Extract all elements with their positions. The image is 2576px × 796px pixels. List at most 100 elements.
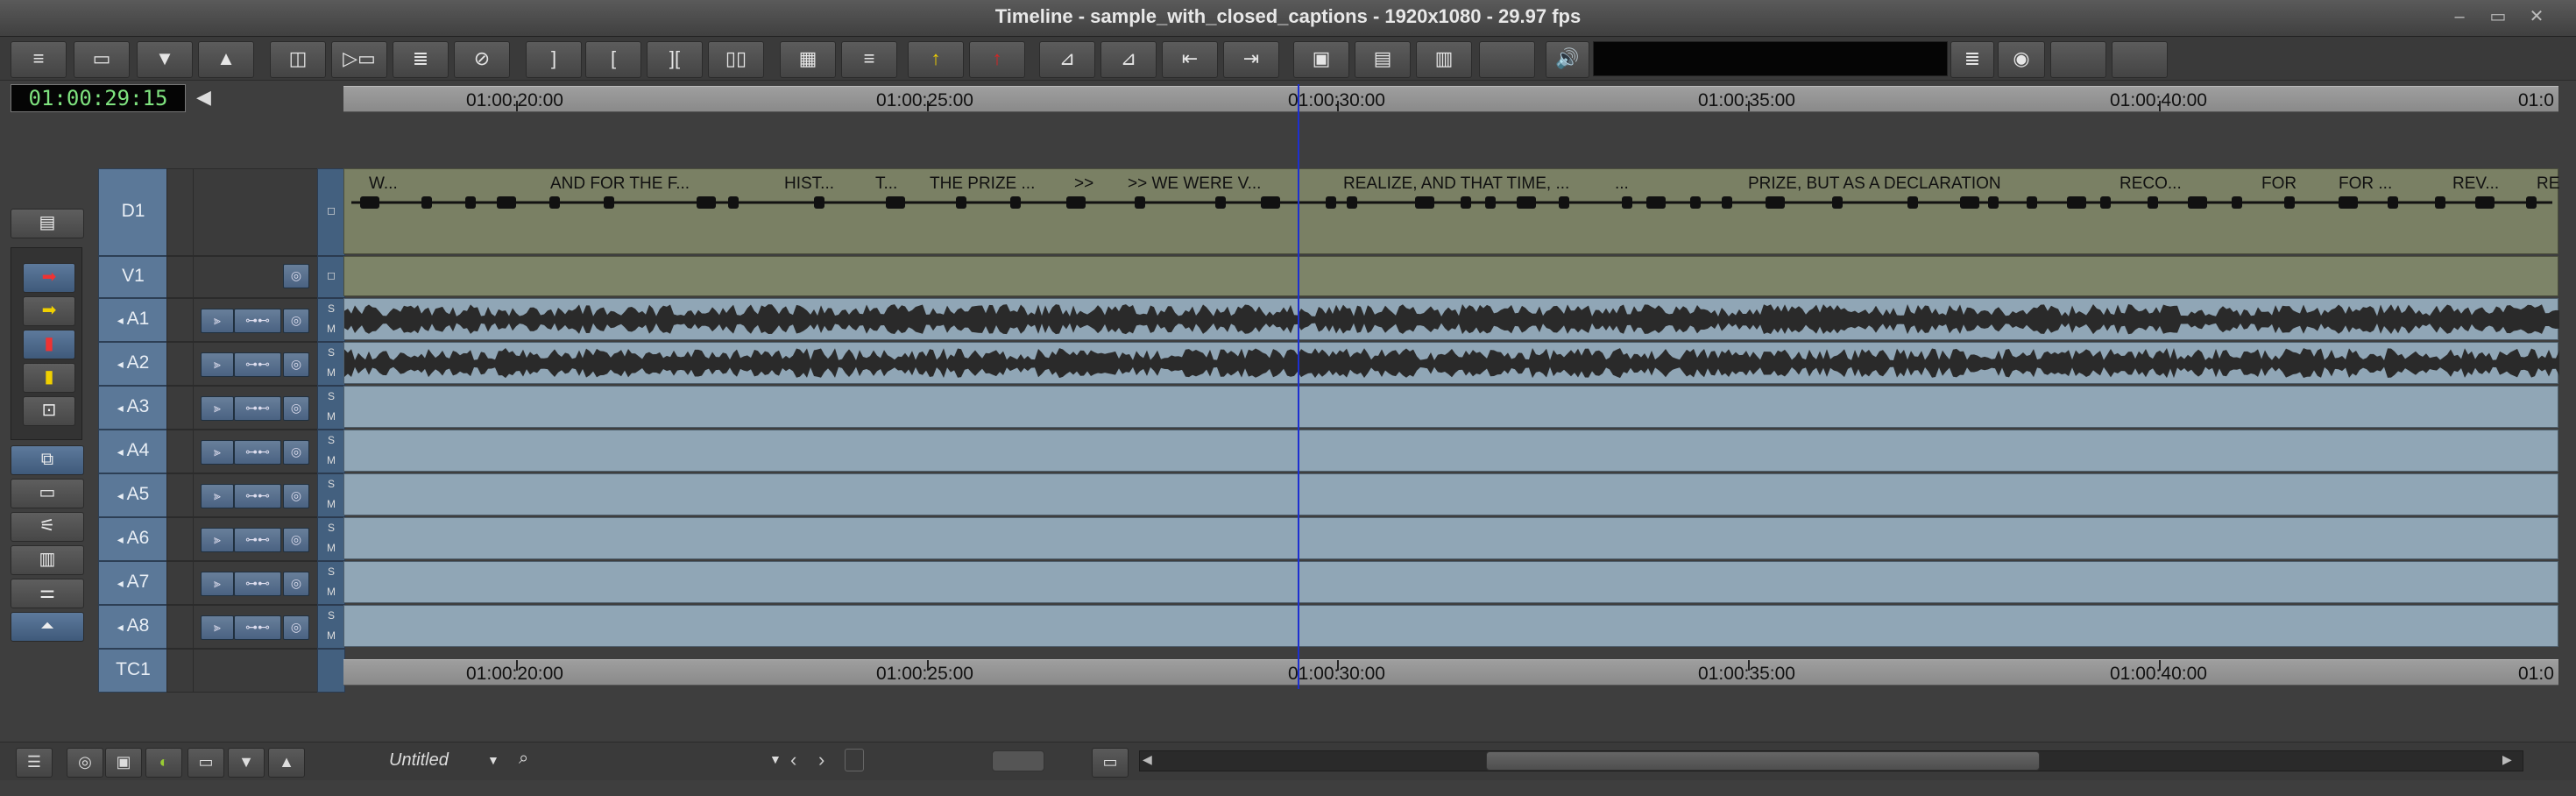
audio-track-a1[interactable] xyxy=(343,298,2559,340)
scroll-left-icon[interactable]: ◀ xyxy=(1143,752,1157,770)
caption-marker[interactable] xyxy=(497,196,516,209)
caption-marker[interactable] xyxy=(2435,196,2445,209)
track-name-tc1[interactable]: TC1 xyxy=(98,649,168,693)
sequence-name-menu[interactable]: Untitled ▼ xyxy=(343,747,506,773)
lift-overwrite-segment-icon[interactable]: ➡ xyxy=(23,263,75,293)
caption-marker[interactable] xyxy=(1559,196,1569,209)
speaker-icon[interactable]: ◂ xyxy=(117,444,127,458)
track-list-icon[interactable]: ☰ xyxy=(16,748,53,778)
grid-button[interactable]: ▦ xyxy=(780,41,836,78)
mark-in-button[interactable]: [ xyxy=(585,41,641,78)
caption-clip[interactable]: W... xyxy=(369,174,398,194)
audio-keyframe-icon[interactable]: ⏶ xyxy=(11,612,84,642)
caption-marker[interactable] xyxy=(2526,196,2537,209)
go-to-next-edit-button[interactable]: ▲ xyxy=(198,41,254,78)
caption-marker[interactable] xyxy=(360,196,379,209)
caption-marker[interactable] xyxy=(2284,196,2295,209)
audio-waveform-toggle-icon[interactable]: ⫸ xyxy=(201,615,234,640)
caption-marker[interactable] xyxy=(1907,196,1918,209)
caption-marker[interactable] xyxy=(1066,196,1086,209)
timeline-view-icon[interactable]: ▭ xyxy=(1092,748,1129,778)
audio-monitor-icon[interactable]: ◎ xyxy=(283,396,309,421)
caption-marker[interactable] xyxy=(2067,196,2086,209)
data-track-d1-clip[interactable]: W... AND FOR THE F... HIST... T... THE P… xyxy=(343,168,2559,254)
track-name-a4[interactable]: ◂ A4 xyxy=(98,430,168,473)
audio-track-a2[interactable] xyxy=(343,342,2559,384)
track-patch-a1[interactable] xyxy=(166,298,195,342)
clear-marks-button[interactable]: ⊘ xyxy=(454,41,510,78)
speaker-icon[interactable]: ◂ xyxy=(117,576,127,590)
audio-monitor-icon[interactable]: ◎ xyxy=(283,528,309,552)
mute-button[interactable]: M xyxy=(318,498,344,510)
extract-button[interactable]: ↑ xyxy=(969,41,1025,78)
monitor-icon[interactable]: ▭ xyxy=(188,748,224,778)
track-patch-a4[interactable] xyxy=(166,430,195,473)
caption-clip[interactable]: HIST... xyxy=(784,174,834,194)
solo-button[interactable]: S xyxy=(318,346,344,359)
maximize-button[interactable]: ▭ xyxy=(2485,7,2511,28)
solo-button[interactable]: S xyxy=(318,302,344,315)
track-name-a3[interactable]: ◂ A3 xyxy=(98,386,168,430)
caption-marker[interactable] xyxy=(1517,196,1536,209)
caption-clip[interactable]: T... xyxy=(875,174,897,194)
caption-marker[interactable] xyxy=(1832,196,1843,209)
timecode-ruler-bottom[interactable]: 01:00:20:00 01:00:25:00 01:00:30:00 01:0… xyxy=(343,659,2558,686)
clip-view-icon[interactable]: ▣ xyxy=(105,748,142,778)
audio-clip-gain-icon[interactable]: ⊶⊷ xyxy=(234,615,281,640)
toggle-view-icon[interactable]: ⧉ xyxy=(11,445,84,475)
fast-menu-button[interactable]: ≡ xyxy=(11,41,67,78)
meter-options-button[interactable]: ≣ xyxy=(1950,41,1994,78)
match-frame-button[interactable]: ◫ xyxy=(270,41,326,78)
caption-clip[interactable]: FOR ... xyxy=(2339,174,2392,194)
caption-clip[interactable]: >> xyxy=(1074,174,1093,194)
audio-track-a6[interactable] xyxy=(343,517,2558,559)
toggle-source-record-button[interactable]: ▭ xyxy=(74,41,130,78)
track-name-a2[interactable]: ◂ A2 xyxy=(98,342,168,386)
audio-tools-icon[interactable]: ⚟ xyxy=(11,512,84,542)
mute-button[interactable]: M xyxy=(318,366,344,379)
audio-track-a5[interactable] xyxy=(343,473,2558,515)
scale-icon[interactable] xyxy=(845,749,864,771)
track-name-a1[interactable]: ◂ A1 xyxy=(98,298,168,342)
track-name-a7[interactable]: ◂ A7 xyxy=(98,561,168,605)
caption-marker[interactable] xyxy=(1326,196,1336,209)
empty-toolbar-slot-2[interactable] xyxy=(2050,41,2106,78)
mute-button[interactable]: M xyxy=(318,454,344,466)
caption-clip[interactable]: RE xyxy=(2537,174,2559,194)
audio-monitor-icon[interactable]: ◎ xyxy=(283,572,309,596)
audio-monitor-icon[interactable]: ◎ xyxy=(283,352,309,377)
scrollbar-thumb[interactable] xyxy=(1486,751,2040,771)
track-patch-v1[interactable] xyxy=(166,256,195,298)
caption-clip[interactable]: RECO... xyxy=(2120,174,2182,194)
caption-clip[interactable]: THE PRIZE ... xyxy=(930,174,1035,194)
audio-waveform-toggle-icon[interactable]: ⫸ xyxy=(201,440,234,465)
timecode-display[interactable]: 01:00:29:15 xyxy=(11,84,186,112)
mute-button[interactable]: M xyxy=(318,586,344,598)
caption-marker[interactable] xyxy=(1261,196,1280,209)
audio-clip-gain-icon[interactable]: ⊶⊷ xyxy=(234,528,281,552)
caption-clip[interactable]: ... xyxy=(1615,174,1629,194)
audio-track-a3[interactable] xyxy=(343,386,2558,428)
keyframe-icon[interactable]: ⊡ xyxy=(23,396,75,426)
caption-marker[interactable] xyxy=(465,196,476,209)
trim-left-button[interactable]: ⇤ xyxy=(1162,41,1218,78)
video-track-v1[interactable] xyxy=(343,256,2558,296)
caption-clip[interactable]: REALIZE, AND THAT TIME, ... xyxy=(1343,174,1569,194)
track-name-a6[interactable]: ◂ A6 xyxy=(98,517,168,561)
next-icon[interactable]: › xyxy=(818,747,843,773)
display-options-icon[interactable]: ▭ xyxy=(11,479,84,508)
caption-clip[interactable]: FOR xyxy=(2261,174,2296,194)
splice-button[interactable]: ▤ xyxy=(1355,41,1411,78)
caption-marker[interactable] xyxy=(1988,196,1999,209)
track-patch-a8[interactable] xyxy=(166,605,195,649)
video-monitor-icon[interactable]: ◎ xyxy=(283,264,309,288)
extract-splice-segment-icon[interactable]: ➡ xyxy=(23,296,75,326)
caption-marker[interactable] xyxy=(1415,196,1434,209)
caption-marker[interactable] xyxy=(1010,196,1021,209)
caption-marker[interactable] xyxy=(2388,196,2398,209)
audio-clip-gain-icon[interactable]: ⊶⊷ xyxy=(234,309,281,333)
speaker-icon[interactable]: ◂ xyxy=(117,313,127,327)
trim-side-button[interactable]: ⊿ xyxy=(1100,41,1157,78)
track-patch-a2[interactable] xyxy=(166,342,195,386)
track-monitor-v1[interactable]: ◻ xyxy=(317,256,345,298)
